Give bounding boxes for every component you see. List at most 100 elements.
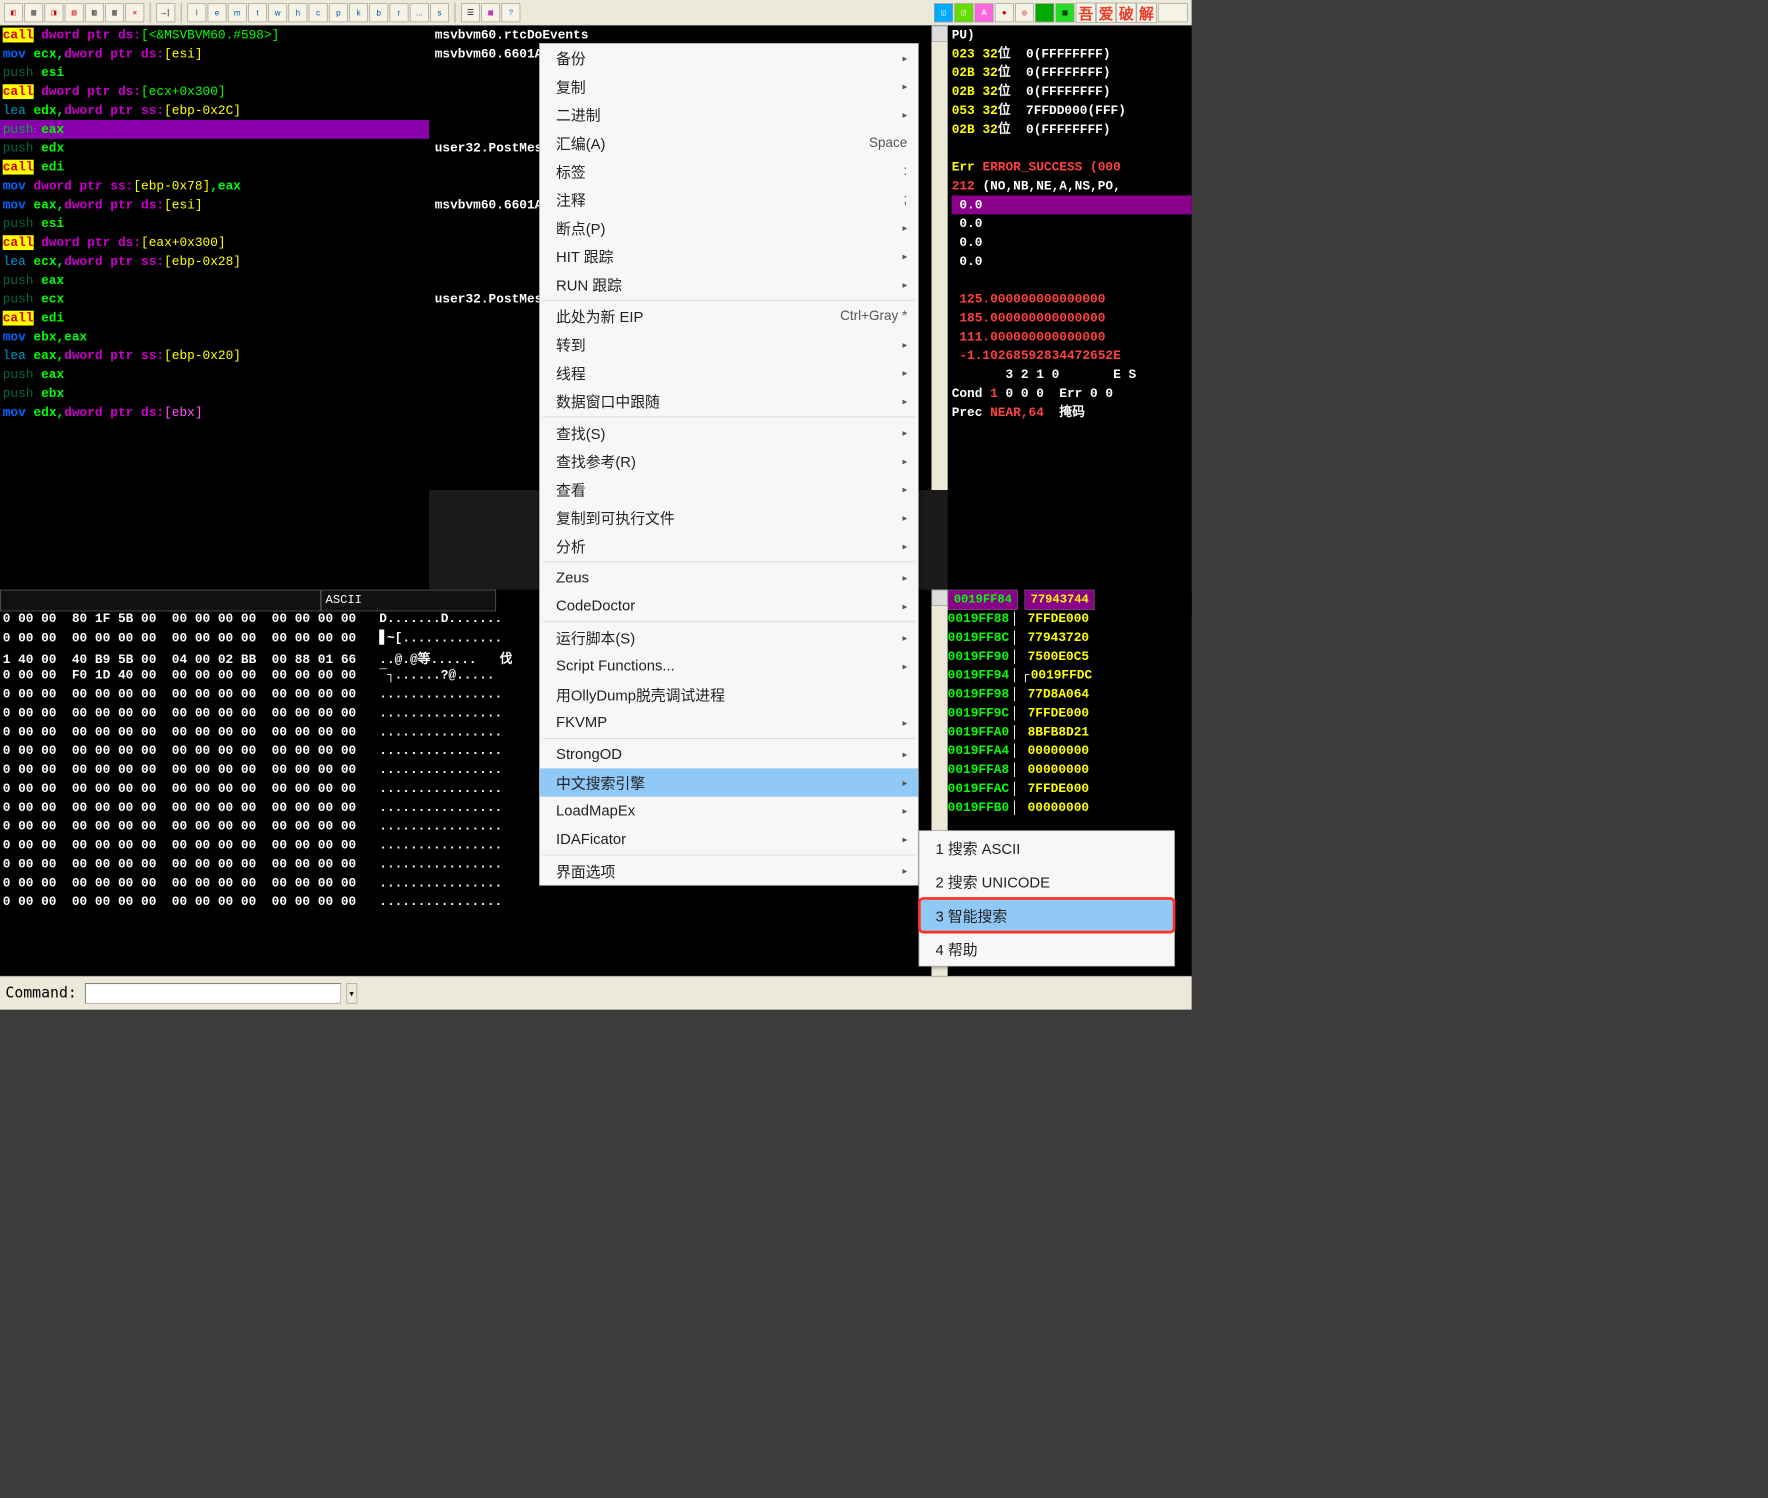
menu-item[interactable]: Zeus xyxy=(540,563,918,591)
toolbar-cn-解[interactable]: 解 xyxy=(1136,2,1156,22)
disasm-line[interactable]: push edx xyxy=(0,139,429,158)
menu-item[interactable]: 标签: xyxy=(540,157,918,185)
disasm-line[interactable]: push eax xyxy=(0,120,429,139)
toolbar-letter-k[interactable]: k xyxy=(349,3,368,22)
command-dropdown-icon[interactable]: ▾ xyxy=(346,983,357,1003)
registers-pane[interactable]: PU)023 32位 0(FFFFFFFF)02B 32位 0(FFFFFFFF… xyxy=(948,26,1192,490)
stack-row[interactable]: 0019FF98│ 77D8A064 xyxy=(948,687,1192,706)
menu-item[interactable]: StrongOD xyxy=(540,740,918,768)
disasm-line[interactable]: call dword ptr ds:[<&MSVBVM60.#598>] xyxy=(0,26,429,45)
toolbar-btn-r1[interactable]: ◱ xyxy=(934,3,953,22)
toolbar-btn-r4[interactable]: ● xyxy=(995,3,1014,22)
toolbar-btn-1[interactable]: ◧ xyxy=(4,3,23,22)
disasm-line[interactable]: lea ecx,dword ptr ss:[ebp-0x28] xyxy=(0,252,429,271)
disasm-line[interactable]: mov ebx,eax xyxy=(0,328,429,347)
toolbar-letter-w[interactable]: w xyxy=(268,3,287,22)
toolbar-cn-破[interactable]: 破 xyxy=(1116,2,1136,22)
disasm-line[interactable]: call dword ptr ds:[ecx+0x300] xyxy=(0,82,429,101)
toolbar-cn-爱[interactable]: 爱 xyxy=(1096,2,1116,22)
toolbar-btn-7[interactable]: ✕ xyxy=(125,3,144,22)
stack-row[interactable]: 0019FFA0│ 8BFB8D21 xyxy=(948,725,1192,744)
toolbar-btn-r5[interactable]: ◎ xyxy=(1015,3,1034,22)
disasm-line[interactable]: mov dword ptr ss:[ebp-0x78],eax xyxy=(0,177,429,196)
toolbar-letter-p[interactable]: p xyxy=(329,3,348,22)
toolbar-btn-r3[interactable]: A xyxy=(975,3,994,22)
stack-row[interactable]: 0019FF8C│ 77943720 xyxy=(948,630,1192,649)
disasm-line[interactable]: push eax xyxy=(0,271,429,290)
disasm-line[interactable]: push esi xyxy=(0,63,429,82)
stack-row[interactable]: 0019FFA4│ 00000000 xyxy=(948,743,1192,762)
stack-row[interactable]: 0019FF90│ 7500E0C5 xyxy=(948,649,1192,668)
toolbar-btn-5[interactable]: ▥ xyxy=(85,3,104,22)
menu-item[interactable]: LoadMapEx xyxy=(540,797,918,825)
toolbar-letter-r[interactable]: r xyxy=(390,3,409,22)
menu-item[interactable]: 汇编(A)Space xyxy=(540,129,918,157)
stack-row[interactable]: 0019FFA8│ 00000000 xyxy=(948,762,1192,781)
toolbar-btn-r2[interactable]: ◲ xyxy=(954,3,973,22)
submenu-item[interactable]: 4 帮助 xyxy=(919,932,1174,966)
menu-item[interactable]: 界面选项 xyxy=(540,857,918,885)
ref-line[interactable]: msvbvm60.rtcDoEvents xyxy=(435,26,948,45)
menu-item[interactable]: CodeDoctor xyxy=(540,592,918,620)
menu-item[interactable]: 分析 xyxy=(540,532,918,560)
toolbar-letter-c[interactable]: c xyxy=(309,3,328,22)
stack-row[interactable]: 0019FF9C│ 7FFDE000 xyxy=(948,706,1192,725)
toolbar-letter-e[interactable]: e xyxy=(208,3,227,22)
stack-row[interactable]: 0019FF88│ 7FFDE000 xyxy=(948,611,1192,630)
menu-item[interactable]: 线程 xyxy=(540,359,918,387)
toolbar-btn-6[interactable]: ▥ xyxy=(105,3,124,22)
menu-item[interactable]: 数据窗口中跟随 xyxy=(540,387,918,415)
menu-item[interactable]: 用OllyDump脱壳调试进程 xyxy=(540,680,918,708)
stack-row[interactable]: 0019FF94│┌0019FFDC xyxy=(948,668,1192,687)
menu-item[interactable]: 运行脚本(S) xyxy=(540,623,918,651)
toolbar-btn-r7[interactable]: ▦ xyxy=(1055,3,1074,22)
menu-item[interactable]: FKVMP xyxy=(540,708,918,736)
disasm-line[interactable]: push eax xyxy=(0,365,429,384)
submenu-item[interactable]: 2 搜索 UNICODE xyxy=(919,865,1174,899)
menu-item[interactable]: RUN 跟踪 xyxy=(540,270,918,298)
toolbar-letter-l[interactable]: l xyxy=(187,3,206,22)
submenu-item[interactable]: 3 智能搜索 xyxy=(919,898,1174,932)
disasm-line[interactable]: push ebx xyxy=(0,384,429,403)
toolbar-btn-4[interactable]: ▥ xyxy=(65,3,84,22)
toolbar-btn-r6[interactable]: ▦ xyxy=(1035,3,1054,22)
stack-row[interactable]: 0019FFAC│ 7FFDE000 xyxy=(948,781,1192,800)
disasm-line[interactable]: mov edx,dword ptr ds:[ebx] xyxy=(0,403,429,422)
submenu-item[interactable]: 1 搜索 ASCII xyxy=(919,831,1174,865)
toolbar-letter-s[interactable]: s xyxy=(430,3,449,22)
toolbar-btn-list[interactable]: ☰ xyxy=(461,3,480,22)
disasm-line[interactable]: push ecx xyxy=(0,290,429,309)
toolbar-letter-t[interactable]: t xyxy=(248,3,267,22)
toolbar-btn-last[interactable] xyxy=(1158,3,1188,22)
menu-item[interactable]: HIT 跟踪 xyxy=(540,242,918,270)
disasm-line[interactable]: mov ecx,dword ptr ds:[esi] xyxy=(0,44,429,63)
toolbar-cn-吾[interactable]: 吾 xyxy=(1076,2,1096,22)
disasm-line[interactable]: lea eax,dword ptr ss:[ebp-0x20] xyxy=(0,346,429,365)
disassembly-pane[interactable]: call dword ptr ds:[<&MSVBVM60.#598>]mov … xyxy=(0,26,429,490)
toolbar-letter-m[interactable]: m xyxy=(228,3,247,22)
scrollbar-disasm[interactable] xyxy=(931,26,947,490)
menu-item[interactable]: 中文搜索引擎 xyxy=(540,768,918,796)
menu-item[interactable]: 此处为新 EIPCtrl+Gray * xyxy=(540,302,918,330)
menu-item[interactable]: 断点(P) xyxy=(540,214,918,242)
menu-item[interactable]: 查找(S) xyxy=(540,419,918,447)
toolbar-letter-b[interactable]: b xyxy=(369,3,388,22)
menu-item[interactable]: 转到 xyxy=(540,330,918,358)
toolbar-btn-plugin[interactable]: ▦ xyxy=(481,3,500,22)
disasm-line[interactable]: call dword ptr ds:[eax+0x300] xyxy=(0,233,429,252)
menu-item[interactable]: 注释; xyxy=(540,185,918,213)
command-input[interactable] xyxy=(85,983,341,1003)
toolbar-btn-3[interactable]: ◨ xyxy=(44,3,63,22)
disasm-line[interactable]: mov eax,dword ptr ds:[esi] xyxy=(0,195,429,214)
disasm-line[interactable]: call edi xyxy=(0,309,429,328)
toolbar-letter-...[interactable]: ... xyxy=(410,3,429,22)
disasm-line[interactable]: push esi xyxy=(0,214,429,233)
disasm-line[interactable]: call edi xyxy=(0,158,429,177)
toolbar-btn-goto[interactable]: →| xyxy=(156,3,175,22)
menu-item[interactable]: 备份 xyxy=(540,44,918,72)
toolbar-btn-help[interactable]: ? xyxy=(501,3,520,22)
toolbar-letter-h[interactable]: h xyxy=(288,3,307,22)
menu-item[interactable]: 查找参考(R) xyxy=(540,447,918,475)
menu-item[interactable]: Script Functions... xyxy=(540,652,918,680)
menu-item[interactable]: IDAFicator xyxy=(540,825,918,853)
